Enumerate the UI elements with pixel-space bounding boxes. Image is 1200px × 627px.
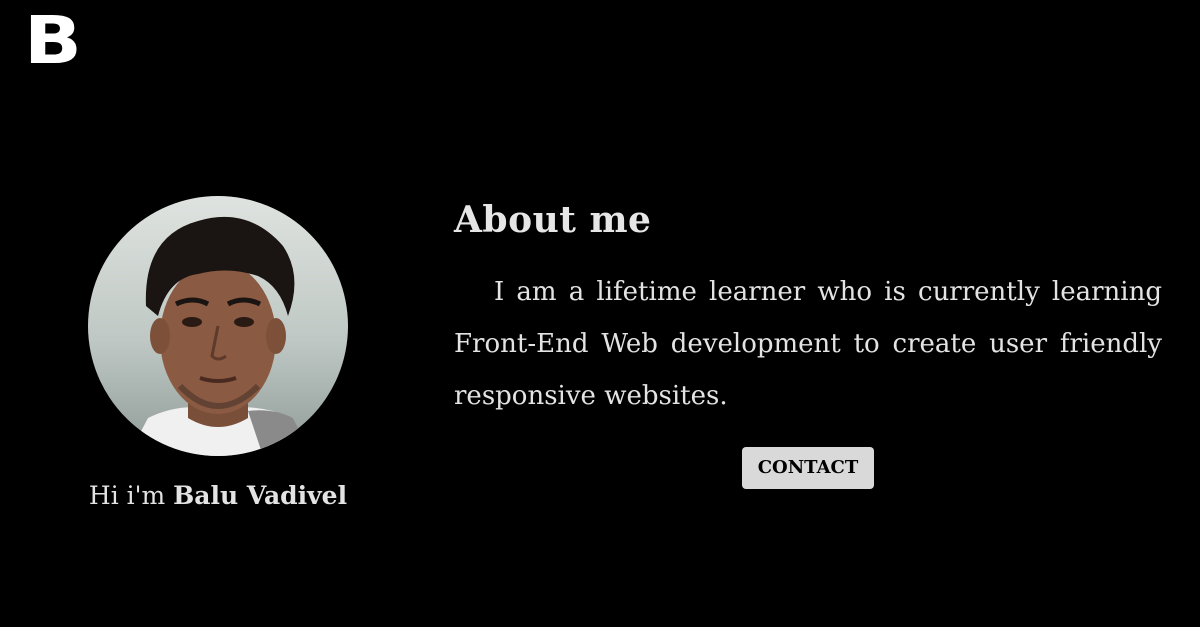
greeting: Hi i'm Balu Vadivel — [60, 480, 376, 512]
contact-button[interactable]: CONTACT — [742, 447, 874, 489]
avatar-photo-icon — [88, 196, 348, 456]
avatar — [88, 196, 348, 456]
about-section: About me I am a lifetime learner who is … — [454, 196, 1162, 422]
about-body: I am a lifetime learner who is currently… — [454, 277, 1162, 411]
profile-card: Hi i'm Balu Vadivel — [60, 196, 376, 512]
profile-name: Balu Vadivel — [173, 481, 348, 510]
logo[interactable]: B — [24, 8, 84, 74]
about-heading: About me — [454, 199, 652, 241]
greeting-prefix: Hi i'm — [88, 481, 174, 510]
